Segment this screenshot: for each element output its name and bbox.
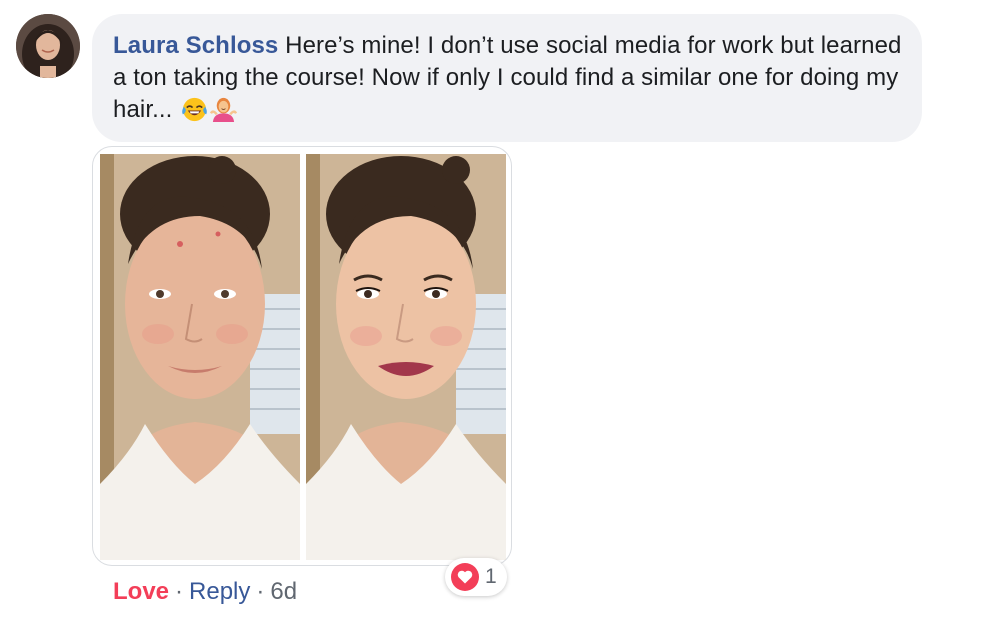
after-photo[interactable] [306, 154, 506, 560]
separator-dot: · [175, 578, 184, 605]
author-avatar[interactable] [16, 14, 80, 78]
comment-actions: Love · Reply · 6d [113, 576, 297, 608]
face-with-makeup-icon [306, 154, 506, 560]
tears-of-joy-emoji-icon [181, 96, 208, 123]
before-photo[interactable] [100, 154, 300, 560]
heart-icon [451, 563, 479, 591]
woman-shrugging-emoji-icon [210, 96, 238, 123]
face-without-makeup-icon [100, 154, 300, 560]
comment-author-link[interactable]: Laura Schloss [113, 32, 278, 59]
photo-attachment[interactable] [92, 146, 512, 566]
separator-dot: · [256, 578, 265, 605]
love-reaction-button[interactable]: Love [113, 578, 169, 605]
reaction-summary[interactable]: 1 [445, 558, 507, 596]
comment-timestamp[interactable]: 6d [270, 578, 297, 605]
comment-bubble: Laura Schloss Here’s mine! I don’t use s… [92, 14, 922, 142]
reply-button[interactable]: Reply [189, 578, 250, 605]
avatar-image [16, 14, 80, 78]
reaction-count: 1 [485, 565, 497, 588]
